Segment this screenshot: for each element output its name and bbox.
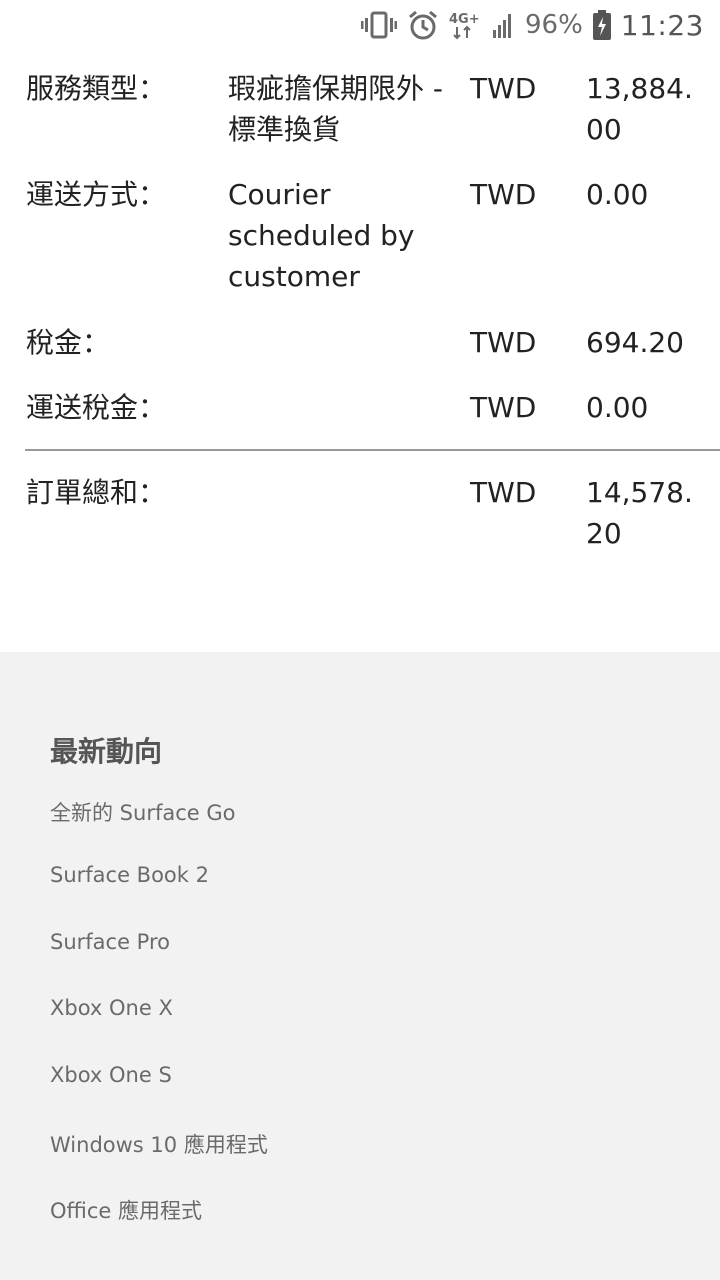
footer-link-xbox-one-s[interactable]: Xbox One S <box>50 1063 172 1087</box>
footer-link-surface-pro[interactable]: Surface Pro <box>50 930 170 954</box>
row-description: 瑕疵擔保期限外 - 標準換貨 <box>228 72 444 146</box>
row-currency: TWD <box>470 72 537 105</box>
row-amount: 13,884.00 <box>586 72 693 146</box>
clock: 11:23 <box>620 8 704 42</box>
footer-link-office-apps[interactable]: Office 應用程式 <box>50 1195 202 1225</box>
footer-link-surface-go[interactable]: 全新的 Surface Go <box>50 797 235 827</box>
row-currency: TWD <box>470 326 537 359</box>
alarm-icon <box>407 9 439 41</box>
status-icons: 4G+ 96% 11:23 <box>361 0 704 50</box>
row-currency: TWD <box>470 391 537 424</box>
battery-charging-icon <box>592 10 611 40</box>
row-label: 服務類型： <box>26 72 167 105</box>
total-amount: 14,578.20 <box>586 476 693 550</box>
row-label: 運送方式： <box>26 178 167 211</box>
footer-link-surface-book-2[interactable]: Surface Book 2 <box>50 863 209 887</box>
row-amount: 0.00 <box>586 391 649 424</box>
row-label: 稅金： <box>26 326 111 359</box>
footer-link-xbox-one-x[interactable]: Xbox One X <box>50 996 173 1020</box>
row-label: 運送稅金： <box>26 391 167 424</box>
row-description: Courier scheduled by customer <box>228 178 415 293</box>
status-bar: 4G+ 96% 11:23 <box>0 0 720 50</box>
network-4g-icon: 4G+ <box>449 10 483 40</box>
row-amount: 694.20 <box>586 326 684 359</box>
row-currency: TWD <box>470 178 537 211</box>
footer-link-windows-10-apps[interactable]: Windows 10 應用程式 <box>50 1129 268 1159</box>
total-currency: TWD <box>470 476 537 509</box>
row-amount: 0.00 <box>586 178 649 211</box>
footer-whats-new: 最新動向 全新的 Surface Go Surface Book 2 Surfa… <box>0 652 720 1280</box>
footer-title: 最新動向 <box>50 735 163 768</box>
signal-icon <box>493 12 515 38</box>
summary-divider <box>25 449 720 451</box>
battery-percentage: 96% <box>525 10 583 40</box>
vibrate-icon <box>361 11 397 39</box>
network-type-label: 4G+ <box>449 12 480 27</box>
total-label: 訂單總和： <box>26 476 167 509</box>
